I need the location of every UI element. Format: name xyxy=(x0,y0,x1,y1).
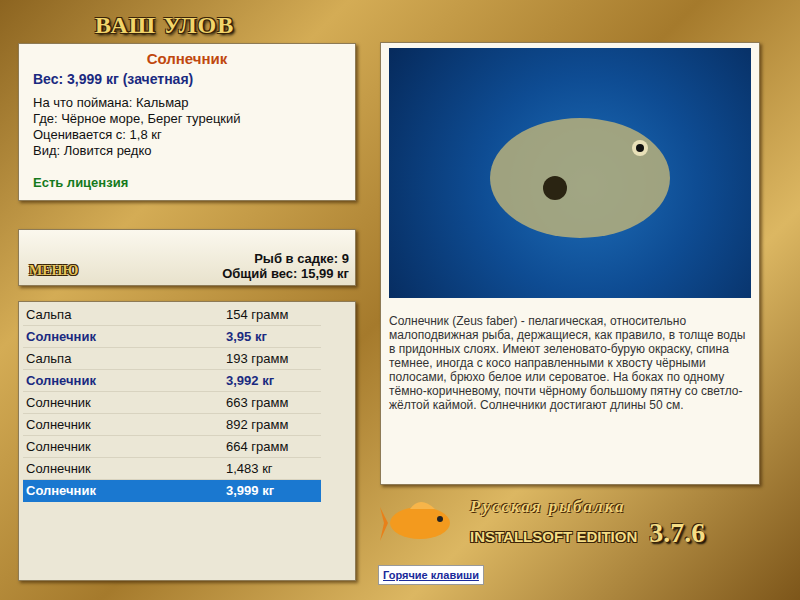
fish-row-name: Солнечник xyxy=(26,483,226,498)
game-logo: Русская рыбалка INSTALLSOFT EDITION 3.7.6 xyxy=(380,493,760,553)
catch-info-card: Солнечник Вес: 3,999 кг (зачетная) На что … xyxy=(18,43,356,201)
fish-row-weight: 3,992 кг xyxy=(226,373,321,388)
fish-row-weight: 154 грамм xyxy=(226,307,321,322)
fish-row-name: Сальпа xyxy=(26,307,226,322)
logo-title: Русская рыбалка xyxy=(470,497,705,517)
keepnet-totals: Рыб в садке: 9Общий вес: 15,99 кг xyxy=(222,251,349,281)
fish-row-weight: 664 грамм xyxy=(226,439,321,454)
catch-detail: На что поймана: Кальмар xyxy=(33,95,341,111)
fish-row-weight: 193 грамм xyxy=(226,351,321,366)
right-column: Солнечник (Zeus faber) - пелагическая, о… xyxy=(380,8,760,600)
logo-text: Русская рыбалка INSTALLSOFT EDITION 3.7.6 xyxy=(470,497,705,549)
fish-row-name: Солнечник xyxy=(26,395,226,410)
fish-weight: Вес: 3,999 кг (зачетная) xyxy=(33,71,341,87)
fish-row-name: Солнечник xyxy=(26,461,226,476)
goldfish-icon xyxy=(380,495,460,551)
logo-edition: INSTALLSOFT EDITION xyxy=(470,528,637,545)
fish-row[interactable]: Солнечник3,999 кг xyxy=(23,480,321,502)
fish-row-weight: 892 грамм xyxy=(226,417,321,432)
fish-row-name: Солнечник xyxy=(26,439,226,454)
fish-row-weight: 3,999 кг xyxy=(226,483,321,498)
fish-photo-icon xyxy=(460,93,680,253)
fish-row[interactable]: Солнечник664 грамм xyxy=(23,436,321,458)
fish-count: Рыб в садке: 9 xyxy=(222,251,349,266)
fish-row[interactable]: Солнечник3,95 кг xyxy=(23,326,321,348)
screen-title: ВАШ УЛОВ xyxy=(18,8,356,43)
fish-photo xyxy=(389,48,751,298)
fish-row-name: Солнечник xyxy=(26,417,226,432)
fish-row-name: Сальпа xyxy=(26,351,226,366)
fish-row-weight: 663 грамм xyxy=(226,395,321,410)
fish-row-name: Солнечник xyxy=(26,329,226,344)
fish-row[interactable]: Сальпа193 грамм xyxy=(23,348,321,370)
hotkeys-link[interactable]: Горячие клавиши xyxy=(378,565,484,585)
fish-row-name: Солнечник xyxy=(26,373,226,388)
catch-detail: Где: Чёрное море, Берег турецкий xyxy=(33,111,341,127)
fish-list: Сальпа154 граммСолнечник3,95 кгСальпа193… xyxy=(18,301,356,581)
catch-detail: Оценивается с: 1,8 кг xyxy=(33,127,341,143)
logo-edition-line: INSTALLSOFT EDITION 3.7.6 xyxy=(470,517,705,549)
menu-button[interactable]: МЕНЮ xyxy=(29,263,78,281)
fish-row[interactable]: Солнечник663 грамм xyxy=(23,392,321,414)
catch-detail: Вид: Ловится редко xyxy=(33,143,341,159)
total-weight: Общий вес: 15,99 кг xyxy=(222,266,349,281)
catch-screen: ВАШ УЛОВ Солнечник Вес: 3,999 кг (зачетная… xyxy=(0,0,800,600)
fish-row-weight: 3,95 кг xyxy=(226,329,321,344)
fish-row[interactable]: Солнечник3,992 кг xyxy=(23,370,321,392)
fish-row[interactable]: Солнечник892 грамм xyxy=(23,414,321,436)
fish-row[interactable]: Солнечник1,483 кг xyxy=(23,458,321,480)
menu-card: МЕНЮ Рыб в садке: 9Общий вес: 15,99 кг xyxy=(18,229,356,286)
left-column: ВАШ УЛОВ Солнечник Вес: 3,999 кг (зачетная… xyxy=(18,8,356,600)
license-status: Есть лицензия xyxy=(33,175,341,194)
fish-row-weight: 1,483 кг xyxy=(226,461,321,476)
fish-description: Солнечник (Zeus faber) - пелагическая, о… xyxy=(389,314,751,412)
logo-version: 3.7.6 xyxy=(649,517,705,549)
fish-name: Солнечник xyxy=(33,50,341,67)
fish-row[interactable]: Сальпа154 грамм xyxy=(23,304,321,326)
fish-info-panel: Солнечник (Zeus faber) - пелагическая, о… xyxy=(380,42,760,485)
